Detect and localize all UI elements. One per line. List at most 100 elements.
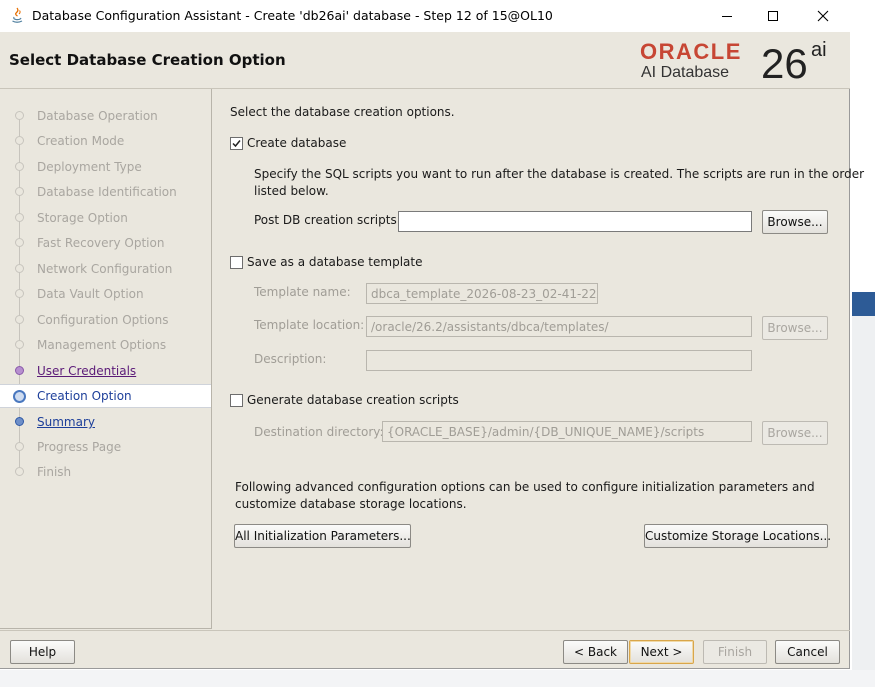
logo-version-suffix: ai	[811, 39, 827, 61]
step-storage-option: Storage Option	[0, 206, 211, 230]
desktop-strip	[0, 670, 875, 687]
step-label[interactable]: User Credentials	[37, 364, 136, 378]
step-network-configuration: Network Configuration	[0, 257, 211, 281]
maximize-button[interactable]	[750, 0, 796, 32]
destination-directory-label: Destination directory:	[254, 425, 384, 439]
step-management-options: Management Options	[0, 333, 211, 357]
step-indicator-icon	[15, 136, 24, 145]
desktop-background-lower	[852, 316, 875, 687]
step-indicator-icon	[15, 340, 24, 349]
minimize-icon	[722, 16, 732, 17]
create-database-checkbox[interactable]	[230, 137, 243, 150]
customize-storage-locations-button[interactable]: Customize Storage Locations...	[644, 524, 831, 548]
destination-browse-button[interactable]: Browse...	[762, 421, 828, 445]
step-indicator-icon	[15, 442, 24, 451]
step-label: Deployment Type	[37, 160, 142, 174]
steps-navigator: Database Operation Creation Mode Deploym…	[0, 89, 212, 629]
help-button[interactable]: Help	[10, 640, 75, 664]
step-configuration-options: Configuration Options	[0, 308, 211, 332]
creation-options-panel: Select the database creation options. Cr…	[214, 89, 864, 629]
step-label: Management Options	[37, 338, 167, 352]
back-button[interactable]: < Back	[563, 640, 628, 664]
generate-scripts-label[interactable]: Generate database creation scripts	[247, 393, 459, 407]
close-icon	[817, 10, 829, 22]
step-indicator-icon	[15, 213, 24, 222]
dbca-window: Database Configuration Assistant - Creat…	[0, 0, 864, 669]
finish-button[interactable]: Finish	[703, 640, 767, 664]
next-button[interactable]: Next >	[629, 640, 694, 664]
step-indicator-icon	[15, 238, 24, 247]
save-template-label[interactable]: Save as a database template	[247, 255, 422, 269]
template-name-label: Template name:	[254, 285, 351, 299]
post-scripts-description: Specify the SQL scripts you want to run …	[254, 167, 865, 181]
step-fast-recovery-option: Fast Recovery Option	[0, 231, 211, 255]
advanced-options-text: Following advanced configuration options…	[235, 480, 815, 494]
page-title: Select Database Creation Option	[9, 51, 286, 69]
step-label: Data Vault Option	[37, 287, 144, 301]
title-bar[interactable]: Database Configuration Assistant - Creat…	[0, 0, 850, 32]
step-label: Network Configuration	[37, 262, 173, 276]
step-current-icon	[13, 390, 26, 403]
post-scripts-label: Post DB creation scripts:	[254, 213, 401, 227]
save-template-checkbox[interactable]	[230, 256, 243, 269]
desktop-background	[852, 292, 875, 316]
logo-subtitle: AI Database	[641, 64, 729, 81]
step-database-operation: Database Operation	[0, 104, 211, 128]
post-scripts-description-2: listed below.	[254, 184, 329, 198]
cancel-button[interactable]: Cancel	[775, 640, 840, 664]
step-finish: Finish	[0, 460, 211, 484]
step-progress-page: Progress Page	[0, 435, 211, 459]
step-label: Storage Option	[37, 211, 128, 225]
step-indicator-icon	[15, 366, 24, 375]
footer-separator	[0, 630, 850, 631]
oracle-ai-database-logo: ORACLE AI Database 26 ai	[640, 39, 827, 87]
template-description-label: Description:	[254, 352, 327, 366]
template-location-browse-button[interactable]: Browse...	[762, 316, 828, 340]
step-creation-option: Creation Option	[0, 384, 211, 408]
step-label: Creation Option	[37, 389, 132, 403]
step-indicator-icon	[15, 111, 24, 120]
step-summary[interactable]: Summary	[0, 410, 211, 434]
logo-oracle-text: ORACLE	[640, 39, 742, 64]
step-label: Database Operation	[37, 109, 158, 123]
step-label: Finish	[37, 465, 72, 479]
logo-version: 26	[761, 40, 808, 87]
step-deployment-type: Deployment Type	[0, 155, 211, 179]
window-title: Database Configuration Assistant - Creat…	[32, 8, 553, 23]
all-initialization-parameters-button[interactable]: All Initialization Parameters...	[234, 524, 411, 548]
create-database-label[interactable]: Create database	[247, 136, 346, 150]
step-label: Progress Page	[37, 440, 122, 454]
page-header: Select Database Creation Option ORACLE A…	[0, 32, 850, 89]
destination-directory-input[interactable]: {ORACLE_BASE}/admin/{DB_UNIQUE_NAME}/scr…	[382, 421, 752, 442]
advanced-options-text-2: customize database storage locations.	[235, 497, 467, 511]
generate-scripts-checkbox[interactable]	[230, 394, 243, 407]
step-indicator-icon	[15, 264, 24, 273]
step-indicator-icon	[15, 417, 24, 426]
step-label: Configuration Options	[37, 313, 169, 327]
step-creation-mode: Creation Mode	[0, 129, 211, 153]
step-data-vault-option: Data Vault Option	[0, 282, 211, 306]
step-indicator-icon	[15, 162, 24, 171]
step-database-identification: Database Identification	[0, 180, 211, 204]
maximize-icon	[768, 11, 778, 21]
step-indicator-icon	[15, 289, 24, 298]
step-label: Database Identification	[37, 185, 177, 199]
step-user-credentials[interactable]: User Credentials	[0, 359, 211, 383]
step-label[interactable]: Summary	[37, 415, 95, 429]
close-button[interactable]	[800, 0, 846, 32]
template-location-label: Template location:	[254, 318, 365, 332]
minimize-button[interactable]	[704, 0, 750, 32]
step-indicator-icon	[15, 467, 24, 476]
step-indicator-icon	[15, 187, 24, 196]
template-name-input[interactable]: dbca_template_2026-08-23_02-41-22AM	[366, 283, 598, 304]
step-label: Fast Recovery Option	[37, 236, 165, 250]
post-scripts-browse-button[interactable]: Browse...	[762, 210, 828, 234]
template-description-input[interactable]	[366, 350, 752, 371]
template-location-input[interactable]: /oracle/26.2/assistants/dbca/templates/	[366, 316, 752, 337]
checkmark-icon	[232, 140, 241, 148]
step-label: Creation Mode	[37, 134, 125, 148]
post-scripts-input[interactable]	[398, 211, 752, 232]
intro-text: Select the database creation options.	[230, 105, 455, 119]
step-indicator-icon	[15, 315, 24, 324]
java-app-icon	[12, 7, 23, 23]
